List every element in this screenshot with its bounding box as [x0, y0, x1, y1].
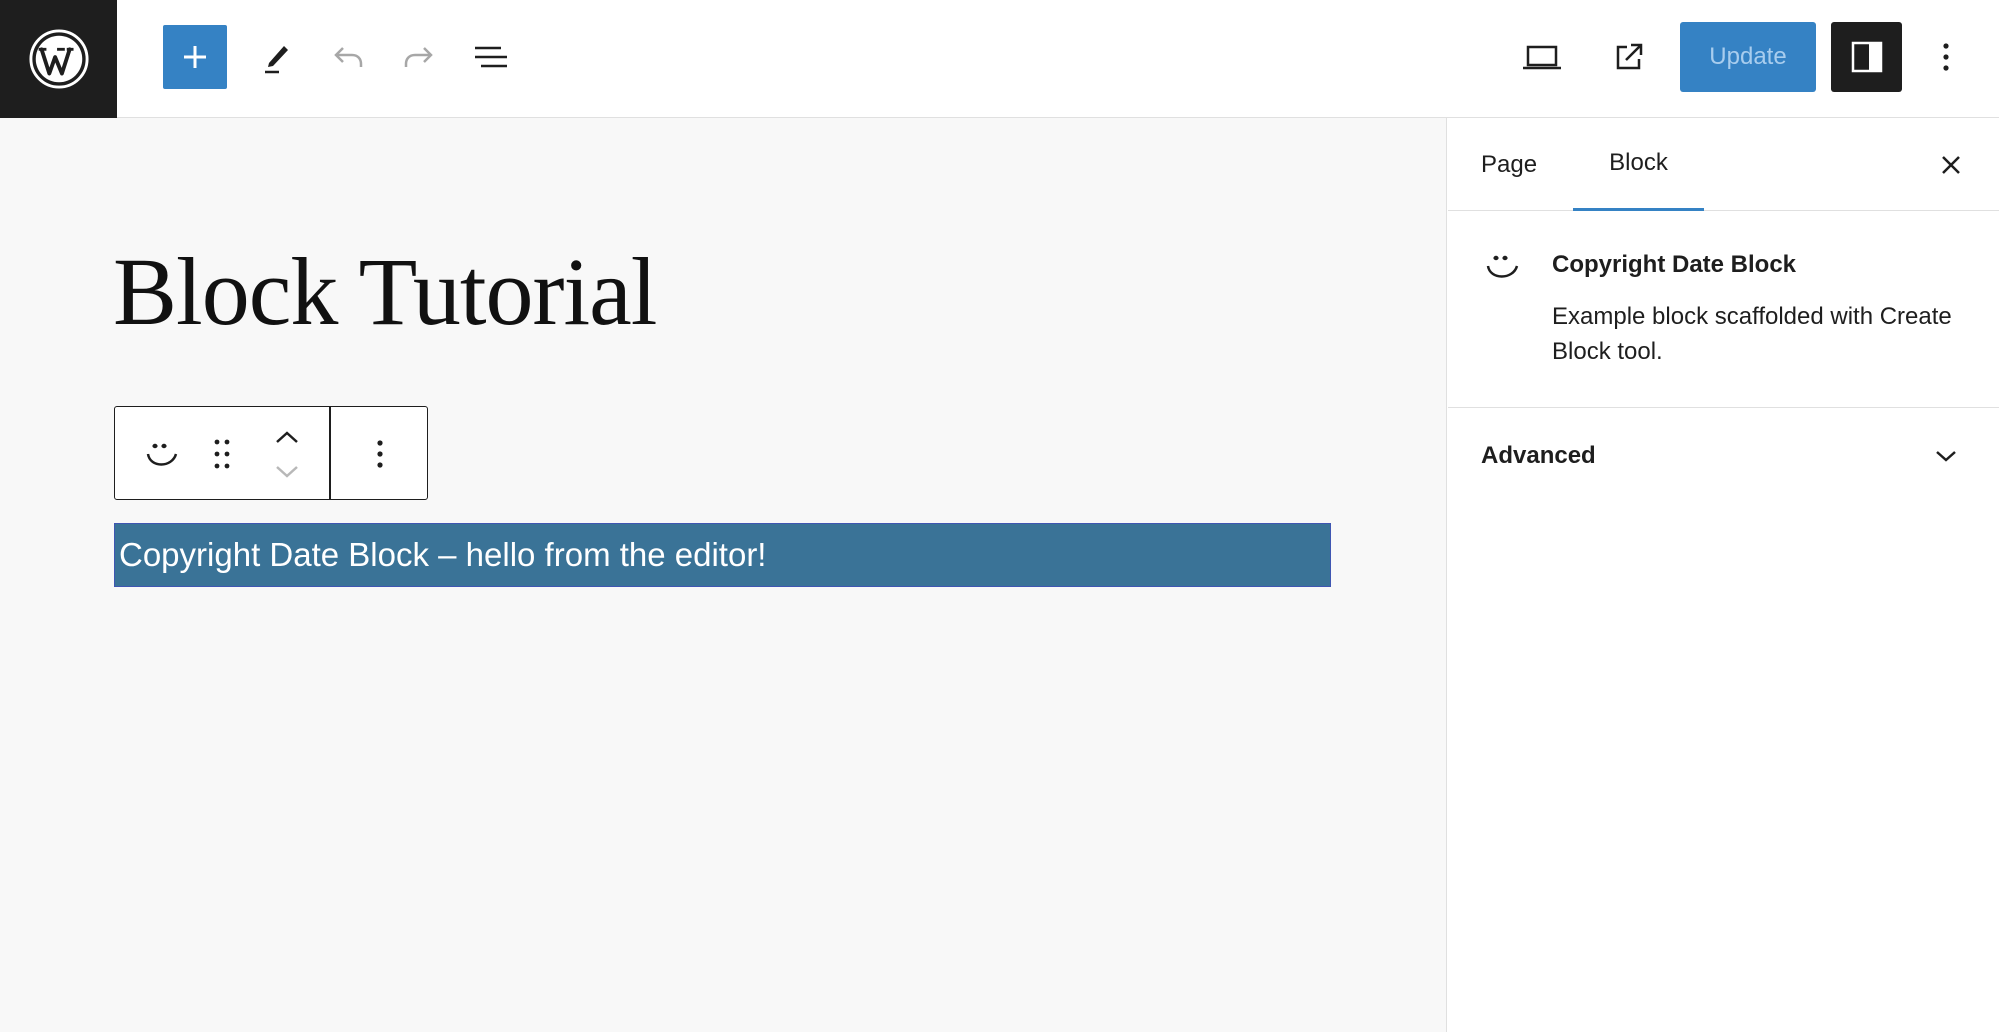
advanced-label: Advanced: [1481, 442, 1596, 469]
sidebar-toggle-icon: [1851, 41, 1882, 73]
plus-icon: [184, 46, 206, 68]
chevron-down-icon: [276, 466, 298, 478]
more-vertical-icon: [377, 440, 383, 468]
redo-icon: [404, 47, 433, 67]
block-toolbar: [114, 406, 428, 500]
editor-canvas[interactable]: Block Tutorial Copyright Date Block – he…: [0, 118, 1447, 1032]
more-vertical-icon: [1943, 43, 1949, 71]
toolbar-divider: [329, 407, 331, 499]
drag-handle[interactable]: [197, 429, 247, 479]
block-card: Copyright Date Block Example block scaff…: [1448, 211, 1999, 408]
tab-page[interactable]: Page: [1481, 118, 1537, 211]
block-card-title: Copyright Date Block: [1552, 251, 1797, 278]
move-down-button[interactable]: [267, 457, 307, 485]
chevron-down-icon: [1936, 451, 1956, 462]
undo-icon: [334, 47, 363, 67]
block-card-icon-wrap: [1482, 247, 1524, 289]
tools-button[interactable]: [249, 29, 305, 85]
settings-toggle-button[interactable]: [1831, 22, 1902, 92]
block-options-button[interactable]: [355, 429, 405, 479]
add-block-button[interactable]: [163, 25, 227, 89]
drag-handle-icon: [214, 439, 230, 469]
redo-button[interactable]: [391, 29, 447, 85]
undo-button[interactable]: [320, 29, 376, 85]
chevron-up-icon: [276, 431, 298, 443]
list-view-icon: [475, 46, 507, 68]
sidebar-tabs: Page Block: [1448, 118, 1999, 211]
settings-sidebar: Page Block Copyright Date Block Example …: [1448, 118, 1999, 1032]
smiley-icon: [1486, 255, 1519, 278]
move-up-button[interactable]: [267, 423, 307, 451]
block-text: Copyright Date Block – hello from the ed…: [119, 536, 767, 573]
wordpress-logo-icon: [28, 29, 89, 89]
view-page-button[interactable]: [1601, 29, 1657, 85]
options-button[interactable]: [1918, 29, 1974, 85]
advanced-panel-toggle[interactable]: Advanced: [1448, 408, 1999, 504]
close-icon: [1942, 156, 1960, 174]
external-link-icon: [1616, 43, 1643, 70]
block-card-description: Example block scaffolded with Create Blo…: [1552, 303, 1952, 365]
preview-button[interactable]: [1514, 29, 1570, 85]
wordpress-logo-button[interactable]: [0, 0, 117, 118]
laptop-icon: [1523, 45, 1561, 70]
smiley-icon: [146, 443, 178, 466]
tab-block[interactable]: Block: [1573, 118, 1704, 211]
close-sidebar-button[interactable]: [1928, 142, 1974, 188]
list-view-button[interactable]: [463, 29, 519, 85]
copyright-date-block[interactable]: Copyright Date Block – hello from the ed…: [114, 523, 1331, 587]
block-type-button[interactable]: [137, 429, 187, 479]
advanced-chevron: [1924, 434, 1968, 478]
page-title[interactable]: Block Tutorial: [113, 236, 657, 347]
update-button[interactable]: Update: [1680, 22, 1816, 92]
pencil-icon: [265, 46, 288, 74]
editor-header: Update: [0, 0, 1999, 118]
update-button-label: Update: [1709, 43, 1787, 70]
